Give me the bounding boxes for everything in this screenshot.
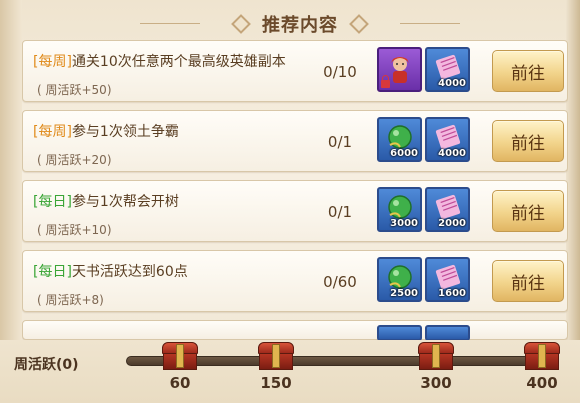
task-row: [每日]参与1次帮会开树 ( 周活跃+10) 0/1 3000 2000 前往 bbox=[22, 180, 568, 242]
scroll-icon[interactable]: 2000 bbox=[425, 187, 470, 232]
task-row: [每周]通关10次任意两个最高级英雄副本 ( 周活跃+50) 0/10 4000… bbox=[22, 40, 568, 102]
task-tag: [每周] bbox=[33, 54, 72, 70]
task-progress: 0/1 bbox=[327, 203, 353, 221]
task-bonus: ( 周活跃+20) bbox=[37, 153, 112, 167]
task-title: [每周]通关10次任意两个最高级英雄副本 bbox=[33, 51, 286, 71]
reward-quantity: 3000 bbox=[390, 218, 418, 229]
task-text: 参与1次帮会开树 bbox=[71, 194, 179, 210]
task-row: [每周]参与1次领土争霸 ( 周活跃+20) 0/1 6000 4000 前往 bbox=[22, 110, 568, 172]
task-row: [每日]天书活跃达到60点 ( 周活跃+8) 0/60 2500 1600 前往 bbox=[22, 250, 568, 312]
task-bonus: ( 周活跃+8) bbox=[37, 293, 104, 307]
hero-figure-icon bbox=[391, 57, 409, 83]
scroll-icon[interactable]: 1600 bbox=[425, 257, 470, 302]
reward-icon-partial bbox=[377, 325, 422, 340]
weekly-activity-label: 周活跃(0) bbox=[14, 357, 79, 373]
weekly-activity-bar: 周活跃(0) 60 150 300 400 bbox=[0, 340, 580, 403]
task-row-partial bbox=[22, 320, 568, 340]
section-header: 推荐内容 bbox=[140, 8, 460, 40]
task-bonus: ( 周活跃+50) bbox=[37, 83, 112, 97]
scroll-icon[interactable]: 4000 bbox=[425, 117, 470, 162]
header-left-line bbox=[140, 23, 200, 24]
task-progress: 0/10 bbox=[323, 63, 357, 81]
task-text: 通关10次任意两个最高级英雄副本 bbox=[71, 54, 286, 70]
left-border-decoration bbox=[0, 0, 22, 340]
go-button[interactable]: 前往 bbox=[492, 120, 564, 162]
hero-portrait-icon[interactable] bbox=[377, 47, 422, 92]
go-button[interactable]: 前往 bbox=[492, 50, 564, 92]
header-right-line bbox=[400, 23, 460, 24]
reward-quantity: 4000 bbox=[438, 148, 466, 159]
reward-quantity: 1600 bbox=[438, 288, 466, 299]
task-text: 参与1次领土争霸 bbox=[71, 124, 179, 140]
task-progress: 0/60 bbox=[323, 273, 357, 291]
scroll-icon[interactable]: 4000 bbox=[425, 47, 470, 92]
task-bonus: ( 周活跃+10) bbox=[37, 223, 112, 237]
reward-quantity: 2500 bbox=[390, 288, 418, 299]
milestone-value: 60 bbox=[169, 374, 191, 392]
task-title: [每日]参与1次帮会开树 bbox=[33, 191, 179, 211]
milestone-value: 300 bbox=[420, 374, 452, 392]
milestone-value: 150 bbox=[260, 374, 292, 392]
task-tag: [每日] bbox=[33, 194, 72, 210]
task-list[interactable]: [每周]通关10次任意两个最高级英雄副本 ( 周活跃+50) 0/10 4000… bbox=[22, 40, 568, 340]
reward-icon-partial bbox=[425, 325, 470, 340]
header-left-ornament-icon bbox=[231, 14, 251, 34]
reward-chest-icon[interactable] bbox=[416, 342, 456, 372]
green-orb-icon[interactable]: 3000 bbox=[377, 187, 422, 232]
section-title: 推荐内容 bbox=[262, 15, 338, 36]
reward-chest-icon[interactable] bbox=[522, 342, 562, 372]
task-tag: [每日] bbox=[33, 264, 72, 280]
task-text: 天书活跃达到60点 bbox=[71, 264, 188, 280]
milestone-value: 400 bbox=[526, 374, 558, 392]
reward-quantity: 2000 bbox=[438, 218, 466, 229]
go-button[interactable]: 前往 bbox=[492, 190, 564, 232]
reward-quantity: 4000 bbox=[438, 78, 466, 89]
go-button[interactable]: 前往 bbox=[492, 260, 564, 302]
green-orb-icon[interactable]: 6000 bbox=[377, 117, 422, 162]
task-title: [每日]天书活跃达到60点 bbox=[33, 261, 188, 281]
task-tag: [每周] bbox=[33, 124, 72, 140]
task-progress: 0/1 bbox=[327, 133, 353, 151]
reward-chest-icon[interactable] bbox=[256, 342, 296, 372]
green-orb-icon[interactable]: 2500 bbox=[377, 257, 422, 302]
reward-chest-icon[interactable] bbox=[160, 342, 200, 372]
lock-icon bbox=[381, 75, 390, 88]
reward-quantity: 6000 bbox=[390, 148, 418, 159]
right-border-decoration bbox=[566, 0, 580, 340]
header-right-ornament-icon bbox=[349, 14, 369, 34]
task-title: [每周]参与1次领土争霸 bbox=[33, 121, 179, 141]
